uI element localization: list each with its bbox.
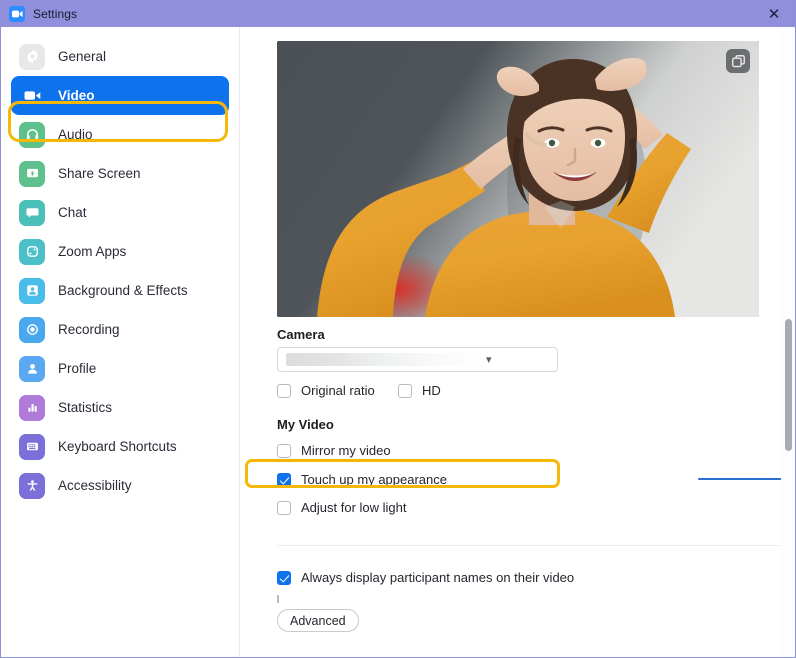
title-bar: Settings ✕ [1,1,795,27]
camera-select[interactable]: ▾ [277,347,558,372]
sidebar-item-label: Chat [58,205,87,220]
settings-sidebar: General Video Audio Share Screen Chat Zo… [1,27,240,657]
sidebar-item-label: Accessibility [58,478,132,493]
sidebar-item-label: Audio [58,127,93,142]
checkbox-box[interactable] [277,570,291,585]
sidebar-item-share-screen[interactable]: Share Screen [11,154,229,193]
checkbox-label: Touch up my appearance [301,472,447,487]
share-screen-icon [19,160,45,187]
checkbox-hd[interactable]: HD [398,383,441,398]
gear-icon [19,43,45,70]
checkbox-box[interactable] [277,443,291,458]
accessibility-icon [19,472,45,499]
checkbox-label: Always display participant names on thei… [301,570,575,585]
background-effects-icon [19,277,45,304]
zoom-apps-icon [19,238,45,265]
sidebar-item-general[interactable]: General [11,37,229,76]
checkbox-label: Mirror my video [301,443,391,458]
sidebar-item-label: Video [58,88,95,103]
video-camera-icon [9,6,25,22]
camera-section-title: Camera [277,327,325,342]
sidebar-item-background-effects[interactable]: Background & Effects [11,271,229,310]
keyboard-icon [19,433,45,460]
checkbox-box[interactable] [277,500,291,515]
advanced-button[interactable]: Advanced [277,609,359,632]
chat-bubble-icon [19,199,45,226]
record-icon [19,316,45,343]
my-video-section-title: My Video [277,417,334,432]
checkbox-label: Adjust for low light [301,500,407,515]
chevron-down-icon: ▾ [486,354,492,366]
checkbox-label: HD [422,383,441,398]
checkbox-always-display-participant-names[interactable]: Always display participant names on thei… [277,570,574,585]
checkbox-partially-visible[interactable] [277,595,291,603]
close-button[interactable]: ✕ [751,1,795,27]
video-preview [277,41,759,317]
checkbox-mirror-my-video[interactable]: Mirror my video [277,443,391,458]
window-body: General Video Audio Share Screen Chat Zo… [1,27,795,657]
sidebar-item-label: Zoom Apps [58,244,127,259]
checkbox-box[interactable] [277,472,291,487]
headphones-icon [19,121,45,148]
checkbox-box[interactable] [398,383,412,398]
video-preview-frame [277,41,759,317]
checkbox-touch-up-my-appearance[interactable]: Touch up my appearance [277,472,447,487]
checkbox-box[interactable] [277,383,291,398]
sidebar-item-recording[interactable]: Recording [11,310,229,349]
sidebar-item-label: General [58,49,107,64]
sidebar-item-keyboard-shortcuts[interactable]: Keyboard Shortcuts [11,427,229,466]
bar-chart-icon [19,394,45,421]
settings-main-pane: Camera ▾ Original ratio HD My Video Mirr… [240,27,795,657]
window-title: Settings [33,7,78,21]
sidebar-item-label: Background & Effects [58,283,188,298]
settings-window: Settings ✕ General Video Audio Share Scr… [0,0,796,658]
sidebar-item-accessibility[interactable]: Accessibility [11,466,229,505]
checkbox-label: Original ratio [301,383,375,398]
rotate-camera-icon[interactable] [726,49,750,73]
sidebar-item-label: Profile [58,361,97,376]
checkbox-original-ratio[interactable]: Original ratio [277,383,375,398]
section-divider [277,545,780,546]
camera-selected-value [286,353,486,366]
sidebar-item-label: Share Screen [58,166,141,181]
sidebar-item-audio[interactable]: Audio [11,115,229,154]
checkbox-box[interactable] [277,595,279,603]
person-icon [19,355,45,382]
sidebar-item-label: Keyboard Shortcuts [58,439,177,454]
sidebar-item-profile[interactable]: Profile [11,349,229,388]
sidebar-item-zoom-apps[interactable]: Zoom Apps [11,232,229,271]
sidebar-item-label: Recording [58,322,120,337]
checkbox-adjust-for-low-light[interactable]: Adjust for low light [277,500,407,515]
sidebar-item-label: Statistics [58,400,113,415]
sidebar-item-chat[interactable]: Chat [11,193,229,232]
main-scrollbar[interactable] [781,27,795,657]
sidebar-item-statistics[interactable]: Statistics [11,388,229,427]
sidebar-item-video[interactable]: Video [11,76,229,115]
video-camera-icon [19,83,45,109]
scrollbar-thumb[interactable] [785,319,792,451]
